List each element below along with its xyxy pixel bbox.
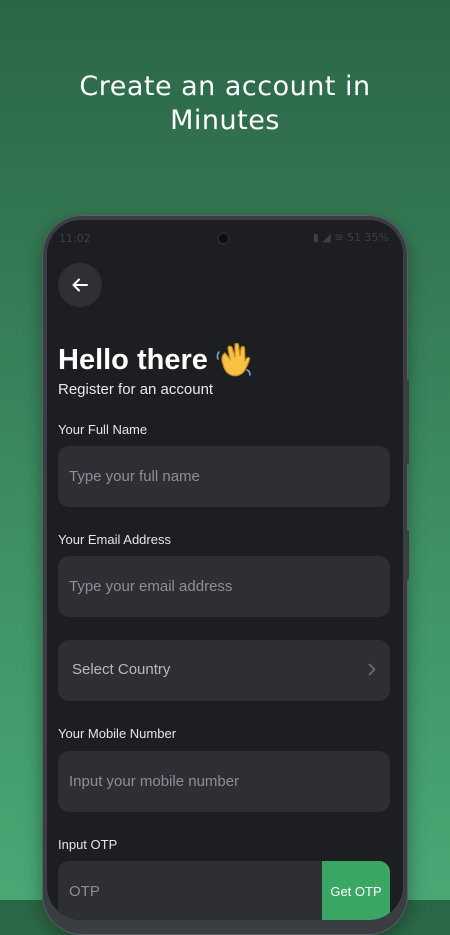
promo-headline: Create an account in Minutes — [0, 70, 450, 138]
country-select-value: Select Country — [72, 661, 171, 678]
full-name-label: Your Full Name — [58, 422, 148, 437]
otp-label: Input OTP — [58, 837, 118, 852]
back-button[interactable] — [58, 263, 102, 307]
full-name-field-container — [58, 446, 390, 507]
email-input[interactable] — [58, 556, 390, 617]
promo-headline-line1: Create an account in — [79, 71, 371, 102]
chevron-right-icon — [368, 663, 376, 676]
arrow-left-icon — [72, 278, 88, 292]
mobile-label: Your Mobile Number — [58, 726, 177, 741]
front-camera — [219, 234, 228, 243]
wifi-icon: ≋ — [334, 231, 344, 244]
email-field-container — [58, 556, 390, 617]
otp-field-container: Get OTP — [58, 861, 390, 920]
status-right-text: 51 35% — [347, 231, 389, 244]
greeting-text: Hello there — [58, 343, 208, 376]
waving-hand-icon — [216, 342, 251, 377]
mobile-input[interactable] — [58, 751, 390, 812]
mobile-field-container — [58, 751, 390, 812]
page-subtitle: Register for an account — [58, 381, 214, 398]
notification-icon: ▮ — [312, 231, 319, 244]
status-indicators: ▮ ◢ ≋ 51 35% — [313, 231, 389, 244]
email-label: Your Email Address — [58, 532, 171, 547]
status-bar: 11:02 ▮ ◢ ≋ 51 35% — [47, 220, 403, 250]
promo-headline-line2: Minutes — [170, 105, 280, 136]
full-name-input[interactable] — [58, 446, 390, 507]
status-time: 11:02 — [59, 232, 91, 245]
signal-icon: ◢ — [322, 231, 331, 244]
phone-power-button — [405, 380, 409, 464]
page-title: Hello there — [58, 340, 254, 380]
get-otp-button[interactable]: Get OTP — [322, 861, 390, 920]
country-select[interactable]: Select Country — [58, 640, 390, 701]
phone-volume-button — [405, 530, 409, 580]
phone-screen: 11:02 ▮ ◢ ≋ 51 35% Hello there Register … — [47, 220, 403, 920]
